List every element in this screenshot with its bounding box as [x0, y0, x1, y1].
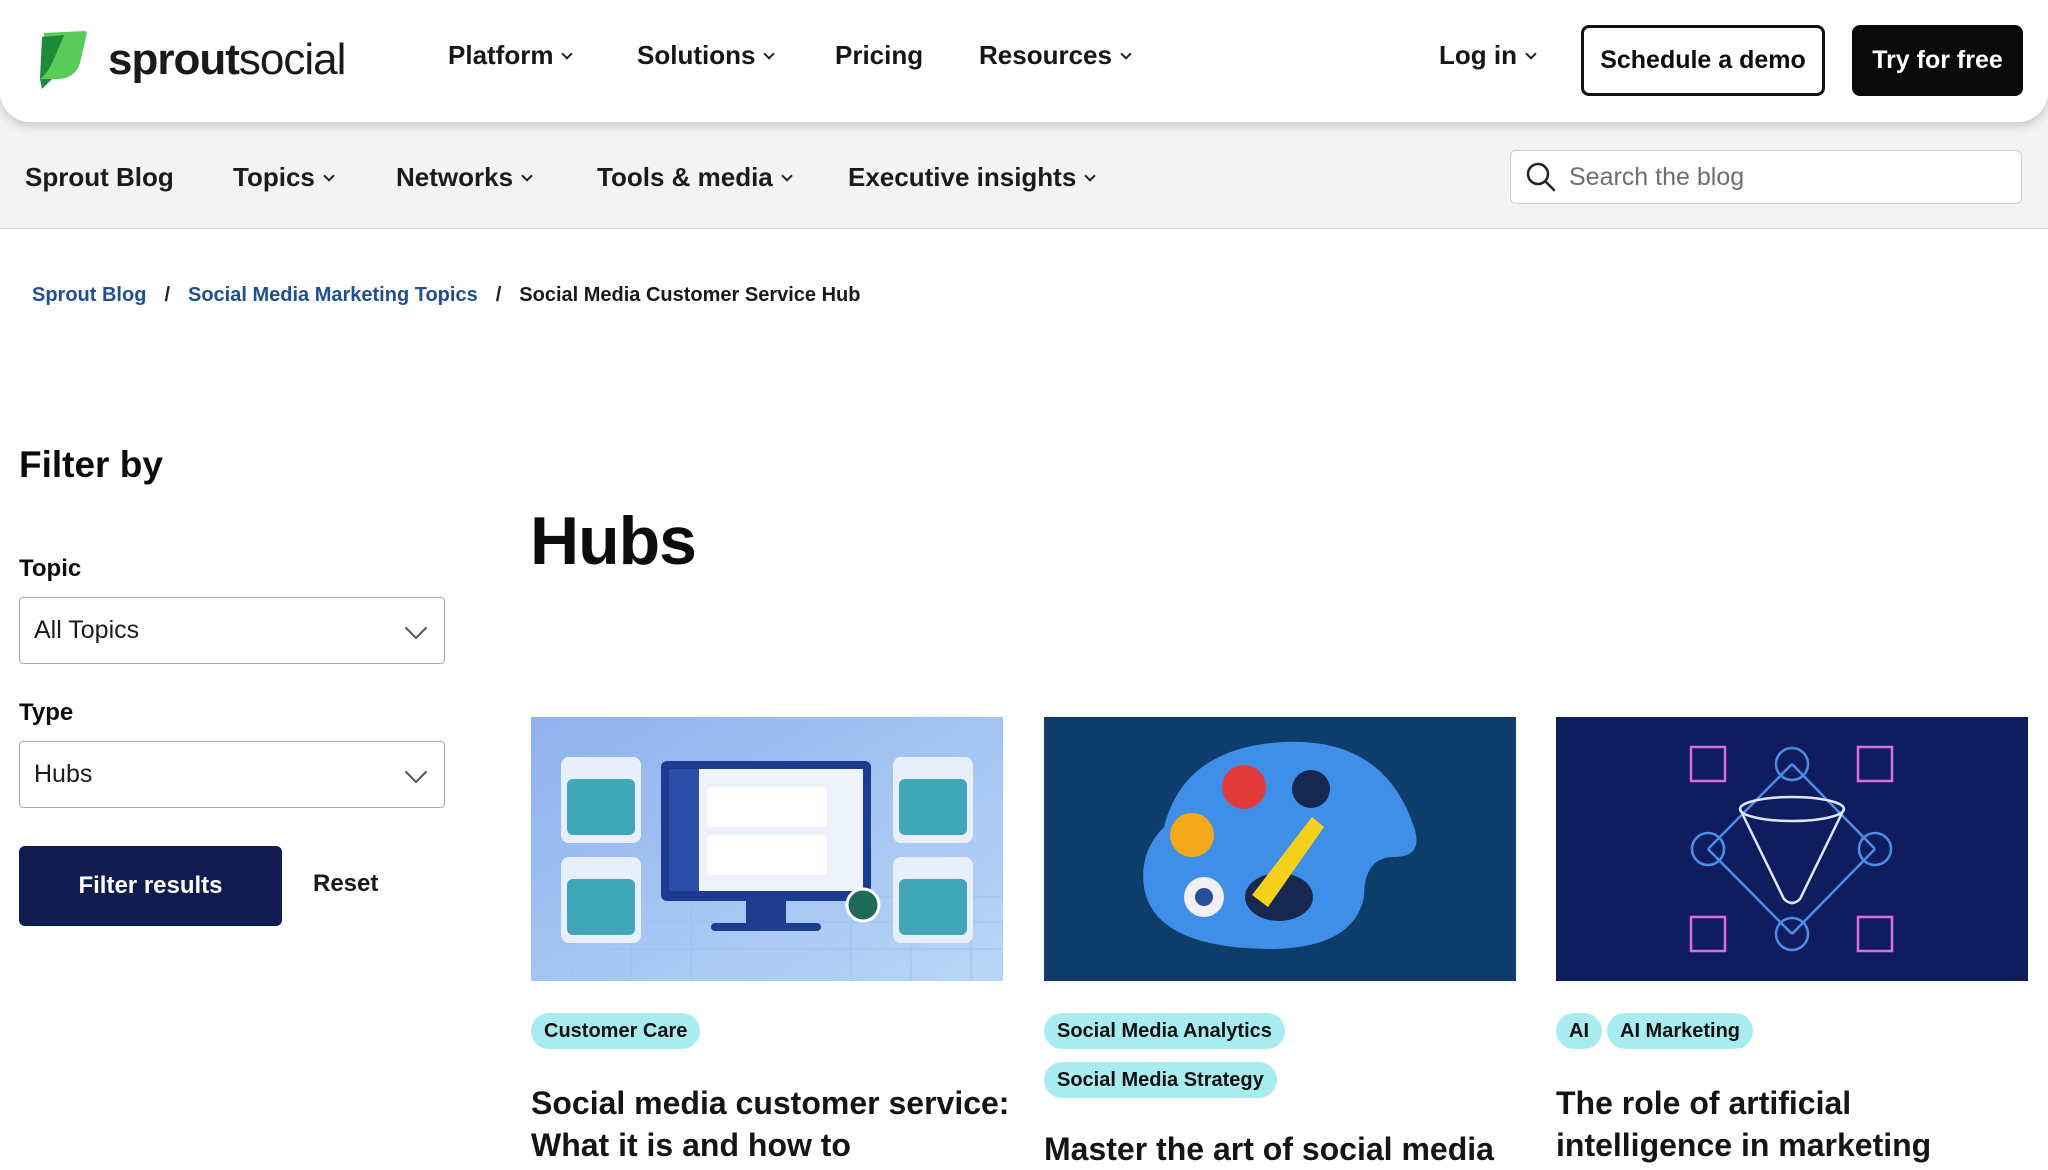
card-title-social-media-art[interactable]: Master the art of social media: [1044, 1128, 1524, 1170]
sprout-leaf-icon: [40, 31, 87, 89]
card-image-customer-service[interactable]: [531, 717, 1003, 981]
subnav-networks-label: Networks: [396, 162, 514, 192]
page-title: Hubs: [530, 503, 697, 579]
breadcrumb-separator: /: [495, 284, 502, 306]
nav-platform[interactable]: Platform: [448, 40, 574, 71]
topic-select-value: All Topics: [34, 616, 140, 644]
sprout-social-logo[interactable]: sproutsocial: [36, 28, 346, 92]
breadcrumb: Sprout Blog / Social Media Marketing Top…: [32, 284, 861, 307]
login-link[interactable]: Log in: [1439, 40, 1537, 71]
type-select[interactable]: Hubs: [19, 741, 445, 808]
topic-label: Topic: [19, 555, 82, 582]
chevron-down-icon: [1120, 47, 1132, 60]
blog-search[interactable]: [1510, 150, 2022, 204]
type-label: Type: [19, 699, 74, 726]
reset-button[interactable]: Reset: [313, 870, 378, 898]
chevron-down-icon: [781, 169, 793, 182]
chevron-down-icon: [1525, 47, 1537, 60]
nav-resources-label: Resources: [979, 40, 1112, 70]
nav-pricing-label: Pricing: [835, 40, 924, 70]
filter-results-button[interactable]: Filter results: [19, 846, 282, 926]
customer-service-illustration: [531, 717, 1003, 981]
tag-social-media-analytics[interactable]: Social Media Analytics: [1044, 1013, 1285, 1049]
ai-funnel-illustration: [1556, 717, 2028, 981]
try-free-button[interactable]: Try for free: [1852, 25, 2023, 96]
subnav-executive-insights[interactable]: Executive insights: [848, 162, 1096, 193]
subnav-tools-media-label: Tools & media: [597, 162, 773, 192]
search-icon: [1526, 162, 1556, 192]
breadcrumb-separator: /: [164, 284, 170, 306]
nav-solutions-label: Solutions: [637, 40, 756, 70]
tag-ai[interactable]: AI: [1556, 1013, 1602, 1049]
nav-solutions[interactable]: Solutions: [637, 40, 776, 71]
tag-social-media-strategy[interactable]: Social Media Strategy: [1044, 1062, 1277, 1098]
nav-platform-label: Platform: [448, 40, 554, 70]
login-label: Log in: [1439, 40, 1517, 70]
topic-select[interactable]: All Topics: [19, 597, 445, 664]
schedule-demo-button[interactable]: Schedule a demo: [1581, 25, 1825, 96]
palette-illustration: [1044, 717, 1516, 981]
card-image-ai-marketing[interactable]: [1556, 717, 2028, 981]
card-image-social-media-art[interactable]: [1044, 717, 1516, 981]
subnav-tools-media[interactable]: Tools & media: [597, 162, 793, 193]
subnav-executive-insights-label: Executive insights: [848, 162, 1077, 192]
nav-resources[interactable]: Resources: [979, 40, 1132, 71]
breadcrumb-link-blog[interactable]: Sprout Blog: [32, 284, 146, 307]
type-select-value: Hubs: [34, 760, 93, 788]
subnav-networks[interactable]: Networks: [396, 162, 533, 193]
chevron-down-icon: [763, 47, 776, 60]
subnav-sprout-blog[interactable]: Sprout Blog: [25, 162, 174, 193]
subnav-topics-label: Topics: [233, 162, 315, 192]
chevron-down-icon: [323, 169, 335, 182]
card-title-customer-service[interactable]: Social media customer service: What it i…: [531, 1082, 1011, 1166]
chevron-down-icon: [561, 47, 574, 60]
nav-pricing[interactable]: Pricing: [835, 40, 923, 71]
breadcrumb-link-topics[interactable]: Social Media Marketing Topics: [188, 284, 478, 307]
card-title-ai-marketing[interactable]: The role of artificial intelligence in m…: [1556, 1082, 2036, 1166]
search-input[interactable]: [1569, 162, 2009, 192]
filter-title: Filter by: [19, 444, 163, 485]
chevron-down-icon: [1084, 169, 1096, 182]
subnav-topics[interactable]: Topics: [233, 162, 335, 193]
breadcrumb-current: Social Media Customer Service Hub: [519, 284, 861, 306]
chevron-down-icon: [404, 616, 428, 640]
chevron-down-icon: [521, 169, 533, 182]
site-header: sproutsocial Platform Solutions Pricing …: [0, 0, 2048, 122]
chevron-down-icon: [404, 760, 428, 784]
tag-customer-care[interactable]: Customer Care: [531, 1013, 701, 1049]
tag-ai-marketing[interactable]: AI Marketing: [1607, 1013, 1754, 1049]
logo-wordmark: sproutsocial: [108, 35, 346, 84]
